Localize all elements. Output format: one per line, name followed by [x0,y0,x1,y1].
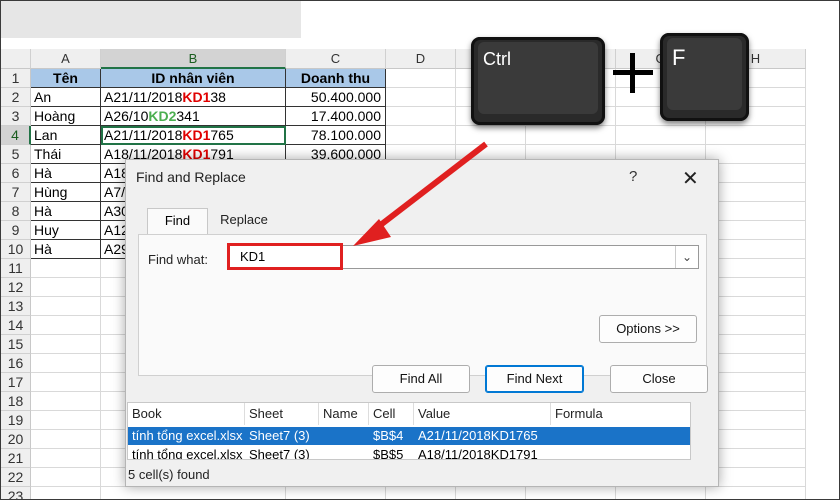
screenshot-frame: ABCDEFGH12345678910111213141516171819202… [0,0,840,500]
arrow-annotation [353,141,488,246]
arrow-shaft [372,141,488,233]
